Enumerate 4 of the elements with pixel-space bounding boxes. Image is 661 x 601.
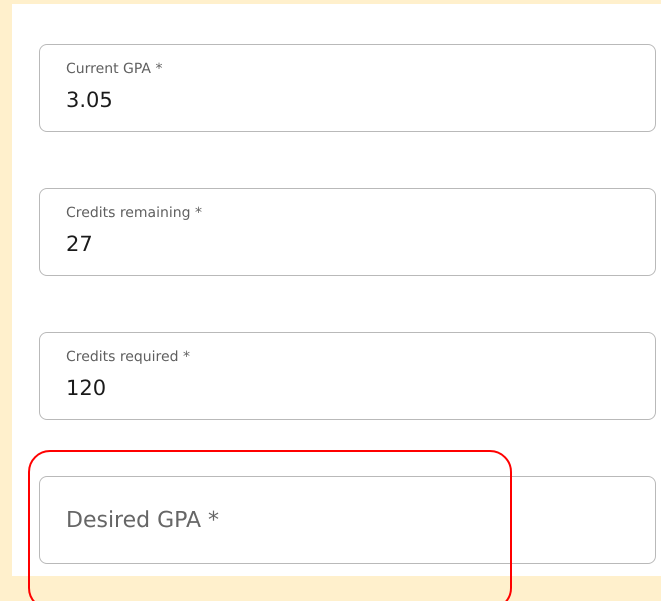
field-label: Credits remaining * — [66, 204, 202, 222]
field-label: Current GPA * — [66, 60, 162, 78]
field-label: Credits required * — [66, 348, 190, 366]
input-field[interactable]: Desired GPA * — [39, 476, 656, 564]
